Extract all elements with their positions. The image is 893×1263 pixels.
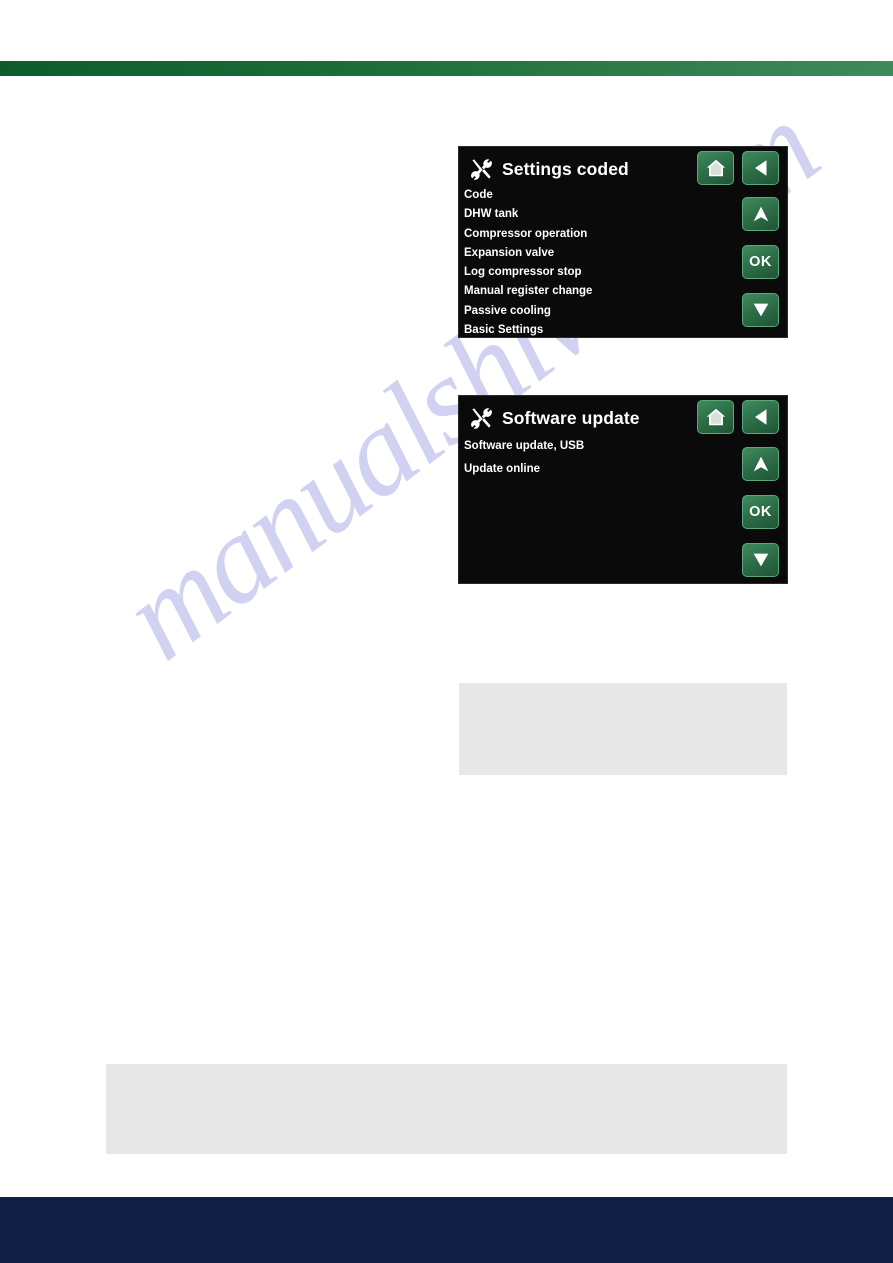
arrow-up-icon — [750, 203, 772, 225]
menu-item-passive-cooling[interactable]: Passive cooling — [463, 302, 727, 321]
home-icon — [705, 406, 727, 428]
screen-title-text: Settings coded — [502, 158, 629, 179]
menu-list-software-update: Software update, USB Update online — [463, 435, 727, 481]
menu-item-expansion-valve[interactable]: Expansion valve — [463, 244, 727, 263]
upper-note-box — [459, 683, 787, 775]
home-button[interactable] — [697, 151, 734, 185]
up-button[interactable] — [742, 447, 779, 481]
lower-note-box — [106, 1064, 787, 1154]
ok-button[interactable]: OK — [742, 245, 779, 279]
tools-icon — [469, 157, 494, 182]
menu-item-update-online[interactable]: Update online — [463, 458, 727, 481]
page-header-bar — [0, 61, 893, 76]
screen-title-settings-coded: Settings coded — [469, 155, 629, 183]
screen-title-software-update: Software update — [469, 404, 640, 432]
arrow-down-icon — [750, 299, 772, 321]
device-screen-settings-coded: Settings coded Code DHW tank Compressor … — [459, 147, 787, 337]
back-button[interactable] — [742, 400, 779, 434]
up-button[interactable] — [742, 197, 779, 231]
home-button[interactable] — [697, 400, 734, 434]
device-screen-software-update: Software update Software update, USB Upd… — [459, 396, 787, 583]
arrow-down-icon — [750, 549, 772, 571]
ok-button-label: OK — [749, 504, 772, 520]
back-button[interactable] — [742, 151, 779, 185]
menu-item-manual-register-change[interactable]: Manual register change — [463, 282, 727, 301]
menu-item-dhw-tank[interactable]: DHW tank — [463, 205, 727, 224]
menu-list-settings-coded: Code DHW tank Compressor operation Expan… — [463, 186, 727, 337]
menu-item-software-update-usb[interactable]: Software update, USB — [463, 435, 727, 458]
tools-icon — [469, 406, 494, 431]
down-button[interactable] — [742, 543, 779, 577]
home-icon — [705, 157, 727, 179]
arrow-left-icon — [750, 406, 772, 428]
arrow-up-icon — [750, 453, 772, 475]
menu-item-code[interactable]: Code — [463, 186, 727, 205]
ok-button[interactable]: OK — [742, 495, 779, 529]
ok-button-label: OK — [749, 254, 772, 270]
menu-item-log-compressor-stop[interactable]: Log compressor stop — [463, 263, 727, 282]
menu-item-basic-settings[interactable]: Basic Settings — [463, 321, 727, 337]
menu-item-compressor-operation[interactable]: Compressor operation — [463, 225, 727, 244]
down-button[interactable] — [742, 293, 779, 327]
screen-title-text: Software update — [502, 407, 640, 428]
arrow-left-icon — [750, 157, 772, 179]
page-footer-bar — [0, 1197, 893, 1263]
